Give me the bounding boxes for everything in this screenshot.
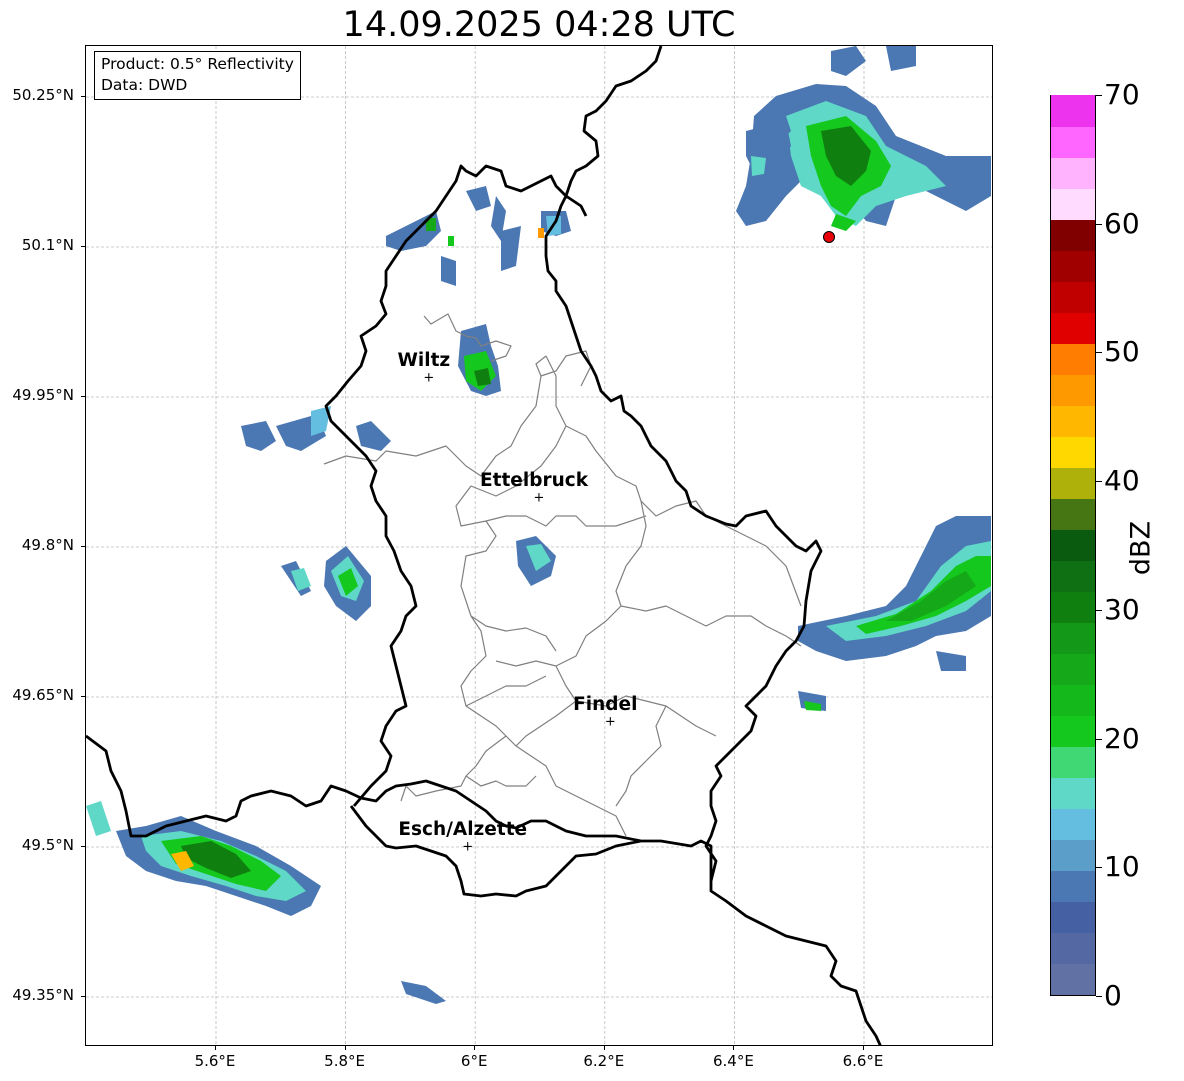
lat-tick-label: 49.95°N <box>12 386 74 404</box>
colorbar-tick-label: 40 <box>1104 464 1140 498</box>
lon-tick <box>603 1046 605 1050</box>
colorbar-tick <box>1096 609 1102 611</box>
radar-echoes <box>86 46 991 1004</box>
lon-tick-label: 6.4°E <box>712 1052 754 1070</box>
lat-tick-label: 49.35°N <box>12 986 74 1004</box>
lat-tick <box>81 396 85 397</box>
echo-cluster-north <box>386 186 571 286</box>
colorbar-segment <box>1051 746 1095 778</box>
colorbar-segment <box>1051 281 1095 313</box>
map-title: 14.09.2025 04:28 UTC <box>342 5 736 45</box>
colorbar-segment <box>1051 591 1095 623</box>
lat-tick <box>81 546 85 547</box>
colorbar-tick-label: 0 <box>1104 979 1122 1012</box>
colorbar-segment <box>1051 157 1095 189</box>
radar-site-marker <box>823 231 835 243</box>
colorbar-segment <box>1051 498 1095 530</box>
product-info-box: Product: 0.5° Reflectivity Data: DWD <box>94 51 301 100</box>
colorbar-tick <box>1096 352 1102 354</box>
colorbar-segment <box>1051 839 1095 871</box>
city-label: Esch/Alzette <box>398 819 528 840</box>
colorbar-segment <box>1051 374 1095 406</box>
colorbar-label: dBZ <box>1125 520 1157 576</box>
colorbar-tick-label: 50 <box>1104 335 1140 369</box>
colorbar-segment <box>1051 312 1095 344</box>
dbz-colorbar <box>1050 95 1096 996</box>
district-boundaries <box>323 313 802 837</box>
radar-map <box>86 46 992 1045</box>
colorbar-tick <box>1096 95 1102 96</box>
colorbar-segment <box>1051 405 1095 437</box>
city-marker-icon: + <box>423 370 435 386</box>
colorbar-segment <box>1051 808 1095 840</box>
colorbar-segment <box>1051 95 1095 127</box>
colorbar-segment <box>1051 343 1095 375</box>
echo-cluster-central <box>516 536 556 586</box>
lon-tick <box>733 1046 735 1050</box>
echo-cluster-southwest <box>86 801 446 1004</box>
colorbar-tick-label: 60 <box>1104 206 1140 240</box>
lon-tick-label: 6.2°E <box>583 1052 625 1070</box>
colorbar-segment <box>1051 188 1095 220</box>
colorbar-segment <box>1051 684 1095 716</box>
colorbar-segment <box>1051 467 1095 499</box>
colorbar-tick-label: 30 <box>1104 592 1140 626</box>
product-label: Product: 0.5° Reflectivity <box>101 55 294 73</box>
lon-tick <box>344 1046 346 1050</box>
colorbar-segment <box>1051 932 1095 964</box>
echo-cluster-west <box>241 406 391 621</box>
colorbar-tick <box>1096 223 1102 225</box>
lon-tick <box>863 1046 864 1050</box>
lon-tick <box>215 1046 216 1050</box>
lon-tick-label: 6.6°E <box>842 1052 884 1070</box>
lon-tick-label: 5.8°E <box>324 1052 366 1070</box>
colorbar-segment <box>1051 653 1095 685</box>
lon-tick <box>474 1046 476 1050</box>
lat-tick-label: 49.5°N <box>21 836 74 854</box>
city-marker-icon: + <box>533 490 545 506</box>
lat-tick-label: 50.25°N <box>12 86 74 104</box>
city-marker-icon: + <box>604 714 616 730</box>
colorbar-segment <box>1051 529 1095 561</box>
lat-tick-label: 50.1°N <box>21 236 74 254</box>
city-label: Ettelbruck <box>479 470 589 491</box>
colorbar-tick <box>1096 867 1102 869</box>
city-label: Wiltz <box>397 350 451 371</box>
lat-tick <box>81 696 85 697</box>
colorbar-tick <box>1096 996 1102 997</box>
city-label: Findel <box>573 694 638 715</box>
echo-cluster-northeast <box>736 46 991 231</box>
colorbar-segment <box>1051 436 1095 468</box>
lat-tick <box>81 846 85 847</box>
lon-tick-label: 5.6°E <box>194 1052 236 1070</box>
lat-tick <box>81 996 85 997</box>
colorbar-tick <box>1096 481 1102 483</box>
data-source-label: Data: DWD <box>101 76 188 94</box>
colorbar-segment <box>1051 715 1095 747</box>
colorbar-segment <box>1051 901 1095 933</box>
colorbar-segment <box>1051 777 1095 809</box>
lat-tick <box>81 246 85 247</box>
map-panel[interactable] <box>85 45 993 1046</box>
colorbar-tick-label: 70 <box>1104 78 1140 111</box>
lon-tick-label: 6°E <box>460 1052 488 1070</box>
colorbar-tick-label: 20 <box>1104 721 1140 755</box>
echo-cluster-east <box>798 516 991 711</box>
colorbar-tick-label: 10 <box>1104 850 1140 884</box>
lat-tick <box>81 96 85 97</box>
colorbar-segment <box>1051 250 1095 282</box>
colorbar-segment <box>1051 870 1095 902</box>
lat-tick-label: 49.65°N <box>12 686 74 704</box>
colorbar-tick <box>1096 738 1102 740</box>
colorbar-segment <box>1051 219 1095 251</box>
lat-tick-label: 49.8°N <box>21 536 74 554</box>
colorbar-segment <box>1051 560 1095 592</box>
colorbar-segment <box>1051 622 1095 654</box>
colorbar-segment <box>1051 963 1095 995</box>
city-marker-icon: + <box>462 839 474 855</box>
colorbar-segment <box>1051 126 1095 158</box>
